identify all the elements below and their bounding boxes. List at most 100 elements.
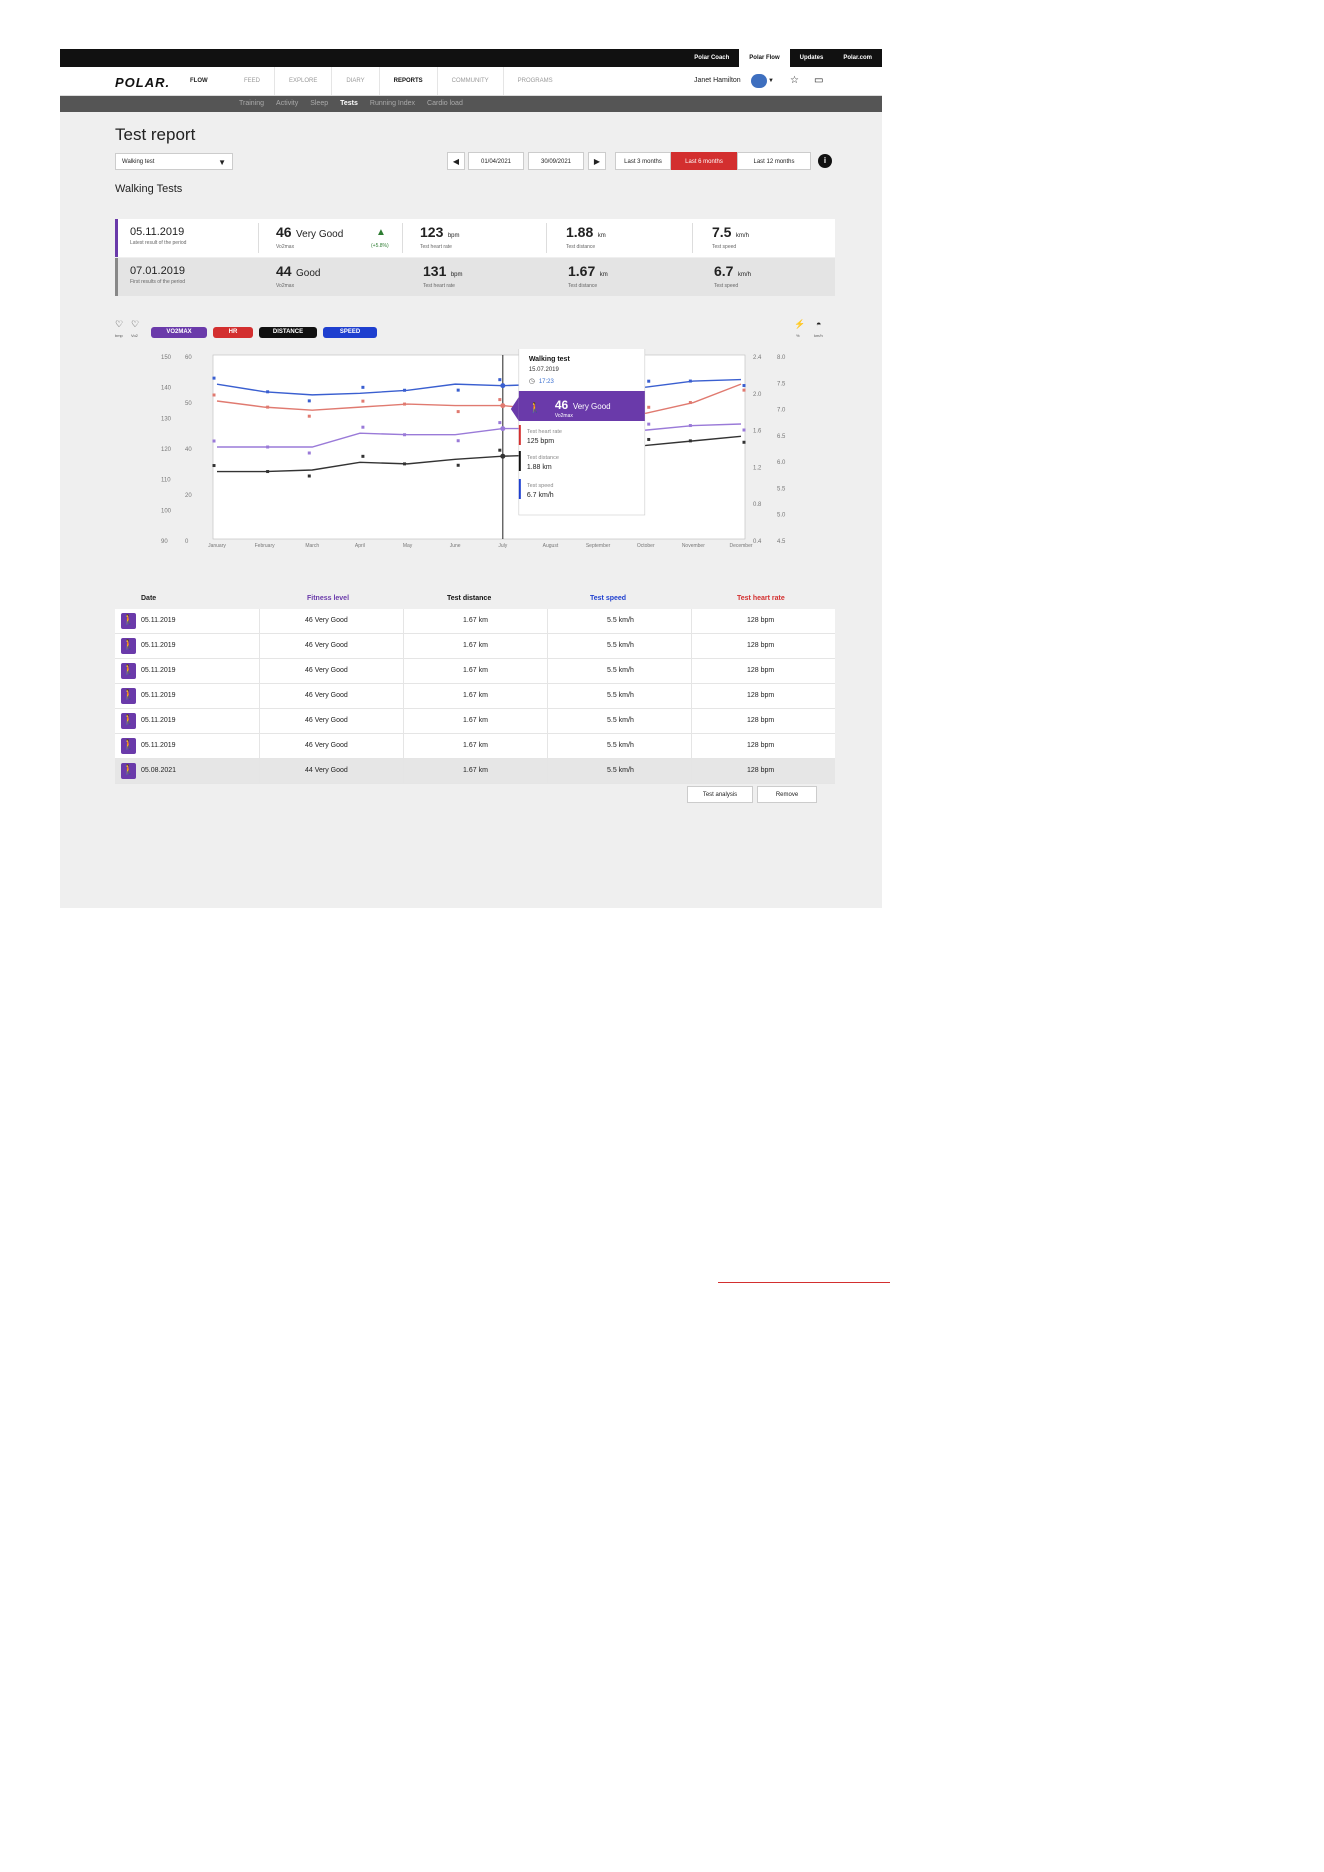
summary-first-row: 07.01.2019 First results of the period 4… — [115, 258, 835, 296]
row-hr: 128 bpm — [747, 692, 775, 699]
divider — [691, 759, 692, 783]
test-type-select[interactable]: Walking test ▼ — [115, 153, 233, 170]
legend-pill-distance[interactable]: DISTANCE — [259, 327, 317, 338]
row-fitness: 46 Very Good — [305, 742, 348, 749]
walking-icon: 🚶 — [121, 663, 136, 679]
walking-icon: 🚶 — [121, 613, 136, 629]
walking-icon: 🚶 — [529, 401, 541, 414]
legend-pill-speed[interactable]: SPEED — [323, 327, 377, 338]
prev-period-button[interactable]: ◀ — [447, 152, 465, 170]
table-row[interactable]: 🚶 05.08.2021 44 Very Good 1.67 km 5.5 km/h 12… — [115, 759, 835, 784]
message-icon[interactable]: ▭ — [814, 75, 823, 86]
toplink-polar-com[interactable]: Polar.com — [833, 49, 882, 67]
star-icon[interactable]: ☆ — [790, 75, 799, 86]
col-header-fitness[interactable]: Fitness level — [307, 595, 349, 602]
first-hr: 131 — [423, 263, 447, 279]
subnav-item-cardio-load[interactable]: Cardio load — [421, 96, 469, 112]
top-bar: Polar Coach Polar Flow Updates Polar.com — [60, 49, 882, 67]
user-name[interactable]: Janet Hamilton — [694, 77, 741, 84]
table-row[interactable]: 🚶 05.11.2019 46 Very Good 1.67 km 5.5 km/h 12… — [115, 609, 835, 634]
subnav-item-sleep[interactable]: Sleep — [304, 96, 334, 112]
nav-item-programs[interactable]: PROGRAMS — [504, 67, 567, 95]
subnav-item-activity[interactable]: Activity — [270, 96, 304, 112]
row-date: 05.11.2019 — [141, 617, 176, 624]
data-point — [307, 399, 311, 403]
data-point — [647, 437, 651, 441]
red-link-underline — [718, 1282, 890, 1283]
heart-outline-icon[interactable]: ♡ — [131, 319, 139, 330]
walking-icon: 🚶 — [121, 738, 136, 754]
row-speed: 5.5 km/h — [607, 667, 634, 674]
date-from-field[interactable]: 01/04/2021 — [468, 152, 524, 170]
divider — [547, 734, 548, 758]
row-date: 05.11.2019 — [141, 642, 176, 649]
row-speed: 5.5 km/h — [607, 642, 634, 649]
tooltip-distance-value: 1.88 km — [527, 464, 552, 471]
latest-date: 05.11.2019 — [130, 226, 185, 238]
divider — [259, 709, 260, 733]
x-tick-label: March — [305, 543, 319, 549]
info-icon[interactable]: i — [818, 154, 832, 168]
y-tick-label-right-inner: 1.6 — [753, 429, 762, 435]
y-tick-label-left-inner: 20 — [185, 493, 192, 499]
data-point — [456, 439, 460, 443]
data-point — [212, 439, 216, 443]
heart-label: bmp — [115, 333, 123, 338]
test-chart[interactable]: 150 140 130 120 110 100 90 60 50 40 20 0 2.4 2.0 1.6 1.… — [105, 349, 845, 555]
range-last-6-months[interactable]: Last 6 months — [671, 152, 737, 170]
table-row[interactable]: 🚶 05.11.2019 46 Very Good 1.67 km 5.5 km/h 12… — [115, 709, 835, 734]
data-point — [647, 379, 651, 383]
subnav-item-tests[interactable]: Tests — [334, 96, 364, 112]
nav-items: FEED EXPLORE DIARY REPORTS COMMUNITY PRO… — [230, 67, 567, 95]
kmh-label: km/h — [814, 333, 823, 338]
first-distance: 1.67 — [568, 263, 596, 279]
toplink-polar-coach[interactable]: Polar Coach — [684, 49, 739, 67]
divider — [691, 609, 692, 633]
data-point — [361, 425, 365, 429]
col-header-distance[interactable]: Test distance — [447, 595, 491, 602]
polar-logo[interactable]: POLAR. — [115, 75, 170, 90]
heart-icon[interactable]: ♡ — [115, 319, 123, 330]
table-row[interactable]: 🚶 05.11.2019 46 Very Good 1.67 km 5.5 km/h 12… — [115, 684, 835, 709]
x-tick-label: December — [729, 543, 752, 549]
data-point — [742, 388, 746, 392]
divider — [691, 734, 692, 758]
subnav-item-training[interactable]: Training — [233, 96, 270, 112]
legend-pill-hr[interactable]: HR — [213, 327, 253, 338]
col-header-date[interactable]: Date — [141, 595, 156, 602]
speedometer-icon[interactable]: ◓ — [816, 319, 821, 329]
row-speed: 5.5 km/h — [607, 767, 634, 774]
nav-item-reports[interactable]: REPORTS — [380, 67, 438, 95]
app-screen: Polar Coach Polar Flow Updates Polar.com… — [60, 49, 882, 908]
data-point — [688, 401, 692, 405]
row-fitness: 46 Very Good — [305, 642, 348, 649]
table-row[interactable]: 🚶 05.11.2019 46 Very Good 1.67 km 5.5 km/h 12… — [115, 634, 835, 659]
lightning-icon[interactable]: ⚡ — [794, 319, 805, 330]
avatar[interactable] — [751, 74, 767, 88]
toplink-updates[interactable]: Updates — [790, 49, 834, 67]
first-hr-label: Test heart rate — [423, 283, 455, 289]
date-to-field[interactable]: 30/09/2021 — [528, 152, 584, 170]
latest-speed-unit: km/h — [735, 233, 749, 239]
test-analysis-button[interactable]: Test analysis — [687, 786, 753, 803]
first-rating: Good — [296, 268, 321, 279]
next-period-button[interactable]: ▶ — [588, 152, 606, 170]
remove-button[interactable]: Remove — [757, 786, 817, 803]
col-header-hr[interactable]: Test heart rate — [737, 595, 785, 602]
range-last-12-months[interactable]: Last 12 months — [737, 152, 811, 170]
row-date: 05.11.2019 — [141, 717, 176, 724]
nav-item-community[interactable]: COMMUNITY — [438, 67, 504, 95]
chevron-down-icon[interactable]: ▼ — [768, 78, 774, 84]
nav-item-explore[interactable]: EXPLORE — [275, 67, 333, 95]
legend-pill-vo2max[interactable]: VO2MAX — [151, 327, 207, 338]
col-header-speed[interactable]: Test speed — [590, 595, 626, 602]
range-last-3-months[interactable]: Last 3 months — [615, 152, 671, 170]
table-row[interactable]: 🚶 05.11.2019 46 Very Good 1.67 km 5.5 km/h 12… — [115, 734, 835, 759]
chart-legend: ♡ bmp ♡ Vo2 VO2MAX HR DISTANCE SPEED ⚡ %… — [115, 319, 835, 341]
nav-item-feed[interactable]: FEED — [230, 67, 276, 95]
toplink-polar-flow[interactable]: Polar Flow — [739, 49, 790, 67]
data-point — [403, 402, 407, 406]
table-row[interactable]: 🚶 05.11.2019 46 Very Good 1.67 km 5.5 km/h 12… — [115, 659, 835, 684]
subnav-item-running-index[interactable]: Running Index — [364, 96, 421, 112]
nav-item-diary[interactable]: DIARY — [332, 67, 380, 95]
